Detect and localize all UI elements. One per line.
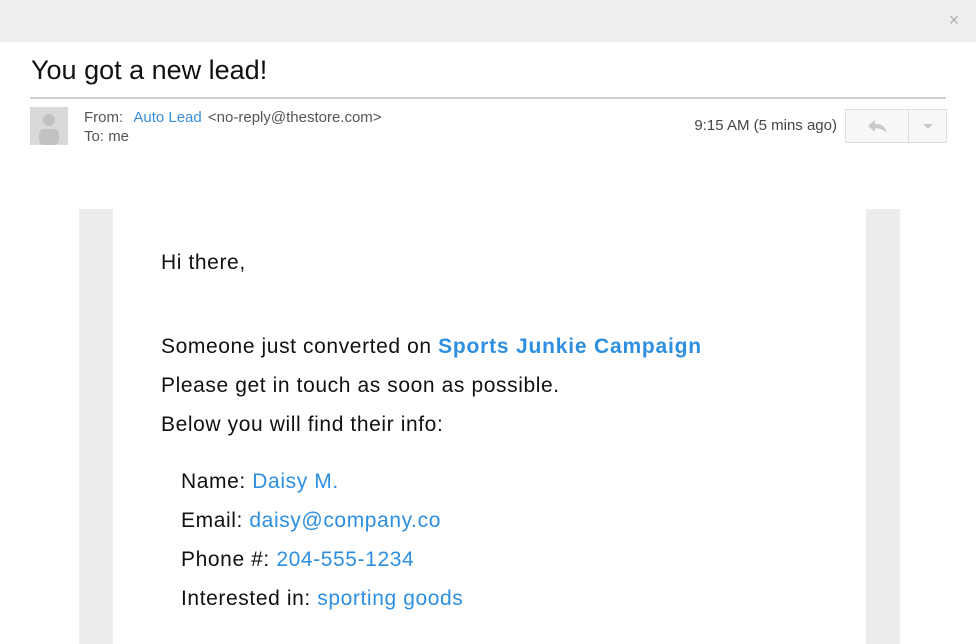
name-value[interactable]: Daisy M.: [252, 470, 338, 493]
info-intro-line: Below you will find their info:: [161, 413, 444, 436]
greeting: Hi there,: [161, 251, 246, 274]
close-icon[interactable]: ×: [946, 10, 962, 30]
lead-name-row: Name: Daisy M.: [181, 462, 463, 501]
conversion-text: Someone just converted on: [161, 335, 432, 358]
email-timestamp: 9:15 AM (5 mins ago): [694, 117, 837, 134]
lead-interest-row: Interested in: sporting goods: [181, 579, 463, 618]
lead-email-row: Email: daisy@company.co: [181, 501, 463, 540]
reply-icon: [868, 120, 887, 133]
intro-paragraph: Someone just converted on Sports Junkie …: [161, 327, 702, 444]
sender-name-link[interactable]: Auto Lead: [133, 109, 201, 126]
header-divider: [30, 97, 946, 99]
phone-link[interactable]: 204-555-1234: [276, 548, 414, 571]
interest-label: Interested in:: [181, 587, 311, 610]
interest-link[interactable]: sporting goods: [317, 587, 463, 610]
lead-info: Name: Daisy M. Email: daisy@company.co P…: [181, 462, 463, 618]
sender-meta: From: Auto Lead <no-reply@thestore.com> …: [84, 108, 382, 146]
email-label: Email:: [181, 509, 243, 532]
phone-label: Phone #:: [181, 548, 270, 571]
campaign-link[interactable]: Sports Junkie Campaign: [438, 335, 702, 358]
sender-address: <no-reply@thestore.com>: [207, 109, 382, 126]
avatar: [30, 107, 68, 145]
person-icon: [39, 114, 59, 145]
email-body-frame: Hi there, Someone just converted on Spor…: [79, 209, 900, 644]
email-body-card: Hi there, Someone just converted on Spor…: [113, 209, 866, 644]
chevron-down-icon: [922, 124, 933, 129]
email-subject: You got a new lead!: [31, 55, 268, 85]
reply-button[interactable]: [846, 110, 909, 142]
reply-button-group: [845, 109, 947, 143]
window-titlebar: ×: [0, 0, 976, 42]
conversion-line: Someone just converted on Sports Junkie …: [161, 327, 702, 366]
name-label: Name:: [181, 470, 246, 493]
to-label: To:: [84, 128, 105, 145]
lead-phone-row: Phone #: 204-555-1234: [181, 540, 463, 579]
recipient: me: [108, 128, 130, 145]
from-label: From:: [84, 109, 124, 126]
from-line: From: Auto Lead <no-reply@thestore.com>: [84, 108, 382, 127]
contact-request-line: Please get in touch as soon as possible.: [161, 374, 560, 397]
more-options-button[interactable]: [909, 110, 946, 142]
email-link[interactable]: daisy@company.co: [249, 509, 441, 532]
to-line: To: me: [84, 127, 382, 146]
